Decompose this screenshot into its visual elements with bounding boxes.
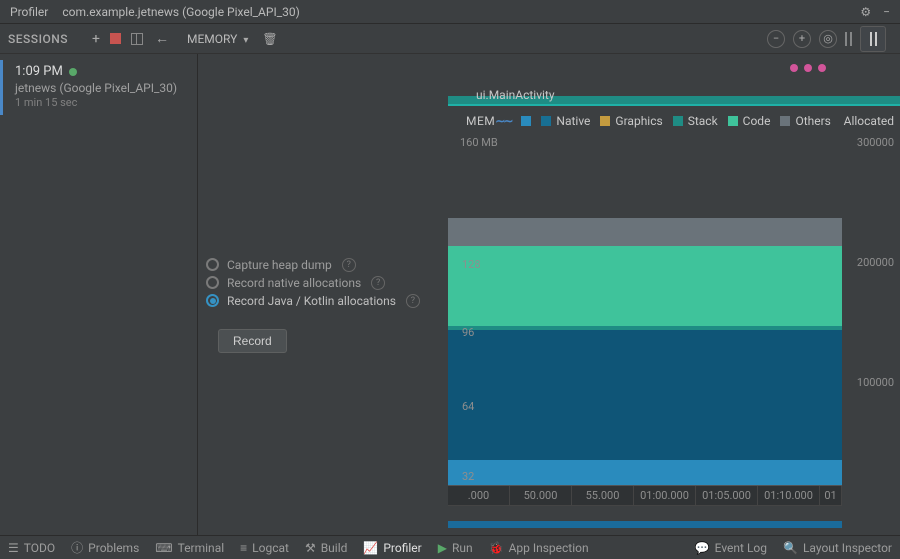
profiler-icon — [363, 541, 378, 555]
tab-event-log[interactable]: Event Log — [695, 541, 767, 555]
y-tick-32: 32 — [462, 470, 474, 483]
help-icon[interactable] — [371, 275, 385, 290]
memory-dropdown[interactable]: MEMORY — [187, 32, 248, 46]
x-axis: .000 50.000 55.000 01:00.000 01:05.000 0… — [448, 485, 842, 505]
swatch-native-icon — [541, 116, 551, 126]
bug-icon — [489, 541, 504, 555]
radio-checked-icon — [206, 294, 219, 307]
zoom-reset-icon[interactable] — [819, 30, 837, 48]
sessions-panel: 1:09 PM jetnews (Google Pixel_API_30) 1 … — [0, 54, 198, 535]
chart-plot-area[interactable]: 128 96 64 32 — [448, 158, 842, 483]
y-axis-right-200k: 200000 — [857, 256, 894, 269]
bottom-toolwindow-bar: TODO Problems Terminal Logcat Build Prof… — [0, 535, 900, 559]
option-label: Record native allocations — [227, 276, 361, 290]
record-button[interactable]: Record — [218, 329, 287, 353]
swatch-graphics-icon — [600, 116, 610, 126]
record-options-panel: Capture heap dump Record native allocati… — [198, 54, 448, 535]
option-label: Record Java / Kotlin allocations — [227, 294, 396, 308]
x-tick: 01:00.000 — [634, 486, 696, 505]
chevron-down-icon — [243, 32, 248, 46]
swatch-code-icon — [728, 116, 738, 126]
option-record-java[interactable]: Record Java / Kotlin allocations — [206, 293, 440, 308]
legend-code: Code — [743, 114, 771, 128]
terminal-icon — [155, 541, 172, 555]
x-tick: 55.000 — [572, 486, 634, 505]
tab-app-inspection[interactable]: App Inspection — [489, 541, 589, 555]
y-axis-left-max: 160 MB — [460, 136, 498, 149]
list-icon — [8, 541, 19, 555]
y-axis-right-100k: 100000 — [857, 376, 894, 389]
layoutinspector-icon — [783, 541, 798, 555]
tab-build[interactable]: Build — [305, 541, 347, 555]
tab-profiler[interactable]: Profiler — [363, 541, 421, 555]
zoom-in-icon[interactable]: + — [793, 30, 811, 48]
gear-icon[interactable] — [860, 5, 871, 19]
memory-dropdown-label: MEMORY — [187, 32, 237, 46]
session-app: jetnews (Google Pixel_API_30) — [15, 81, 187, 95]
x-tick: .000 — [448, 486, 510, 505]
eventlog-icon — [695, 541, 710, 555]
option-capture-heap[interactable]: Capture heap dump — [206, 257, 440, 272]
legend-graphics: Graphics — [615, 114, 662, 128]
timeline-scrub[interactable] — [448, 505, 842, 521]
y-tick-128: 128 — [462, 258, 481, 271]
y-tick-64: 64 — [462, 400, 474, 413]
option-label: Capture heap dump — [227, 258, 332, 272]
profiler-toolbar: SESSIONS MEMORY − + — [0, 24, 900, 54]
info-icon — [71, 539, 83, 556]
session-live-dot-icon — [69, 68, 77, 76]
tab-problems[interactable]: Problems — [71, 539, 139, 556]
title-bar: Profiler com.example.jetnews (Google Pix… — [0, 0, 900, 24]
tab-logcat[interactable]: Logcat — [240, 541, 289, 555]
back-icon[interactable] — [155, 30, 169, 47]
swatch-java-icon — [521, 116, 531, 126]
help-icon[interactable] — [342, 257, 356, 272]
session-item[interactable]: 1:09 PM jetnews (Google Pixel_API_30) 1 … — [0, 60, 197, 115]
session-time: 1:09 PM — [15, 64, 63, 79]
build-icon — [305, 541, 316, 555]
tab-terminal[interactable]: Terminal — [155, 541, 224, 555]
radio-icon — [206, 276, 219, 289]
y-axis-right-300k: 300000 — [857, 136, 894, 149]
run-icon — [438, 541, 447, 555]
nav-dots — [790, 64, 826, 72]
pause-button[interactable] — [860, 26, 886, 52]
x-tick: 01:05.000 — [696, 486, 758, 505]
tab-run[interactable]: Run — [438, 541, 473, 555]
session-duration: 1 min 15 sec — [15, 96, 187, 109]
main-area: 1:09 PM jetnews (Google Pixel_API_30) 1 … — [0, 54, 900, 535]
option-record-native[interactable]: Record native allocations — [206, 275, 440, 290]
memory-chart[interactable]: ui.MainActivity MEM∼∼ NativeJava Native … — [448, 54, 900, 535]
help-icon[interactable] — [406, 293, 420, 308]
activity-label: ui.MainActivity — [476, 88, 555, 102]
zoom-out-icon[interactable]: − — [767, 30, 785, 48]
tab-todo[interactable]: TODO — [8, 541, 55, 555]
swatch-others-icon — [780, 116, 790, 126]
legend-others: Others — [795, 114, 830, 128]
legend-native: Native — [556, 114, 590, 128]
go-live-icon[interactable] — [845, 32, 852, 46]
swatch-stack-icon — [673, 116, 683, 126]
legend-stack: Stack — [688, 114, 718, 128]
stop-session-icon[interactable] — [110, 33, 121, 44]
add-session-icon[interactable] — [92, 31, 100, 47]
x-tick: 50.000 — [510, 486, 572, 505]
minimize-icon[interactable] — [883, 5, 890, 19]
trash-icon[interactable] — [262, 32, 277, 46]
tab-layout-inspector[interactable]: Layout Inspector — [783, 541, 892, 555]
sessions-label: SESSIONS — [8, 32, 68, 46]
profiler-target: com.example.jetnews (Google Pixel_API_30… — [62, 5, 299, 19]
legend-allocated: Allocated — [844, 114, 894, 128]
chart-legend: MEM∼∼ NativeJava Native Graphics Stack C… — [448, 114, 894, 128]
profiler-label: Profiler — [10, 5, 48, 19]
radio-icon — [206, 258, 219, 271]
x-tick: 01 — [820, 486, 842, 505]
y-tick-96: 96 — [462, 326, 474, 339]
legend-title: MEM∼∼ — [466, 114, 511, 128]
x-tick: 01:10.000 — [758, 486, 820, 505]
panel-toggle-icon[interactable] — [131, 33, 143, 45]
logcat-icon — [240, 541, 247, 555]
